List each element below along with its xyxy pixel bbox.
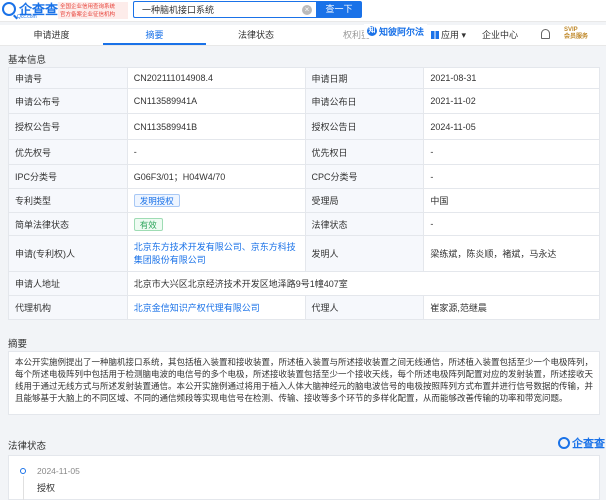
label-application-date: 申请日期 — [304, 67, 425, 89]
label-publication-number: 申请公布号 — [8, 88, 128, 114]
agency-link[interactable]: 北京金信知识产权代理有限公司 — [134, 303, 260, 313]
chevron-down-icon: ▾ — [461, 30, 467, 40]
apps-label: 应用 — [441, 30, 460, 40]
value-simple-legal-status-cell: 有效 — [126, 212, 306, 236]
magnifier-logo-icon — [2, 2, 16, 16]
label-patent-type: 专利类型 — [8, 188, 128, 213]
value-priority-date: - — [423, 139, 600, 165]
clear-icon[interactable]: × — [302, 5, 312, 15]
status-badge: 有效 — [133, 217, 163, 231]
table-row: 申请人地址 北京市大兴区北京经济技术开发区地泽路9号1幢407室 — [8, 271, 601, 296]
value-ipc: G06F3/01；H04W4/70 — [126, 164, 306, 189]
value-applicant-address: 北京市大兴区北京经济技术开发区地泽路9号1幢407室 — [126, 271, 601, 296]
label-grant-date: 授权公告日 — [304, 113, 425, 140]
slogan-badge: 全国企业信用查询系统 官方备案企业征信机构 — [58, 2, 128, 19]
applicant-link-1[interactable]: 北京东方技术开发有限公司、 — [134, 242, 251, 252]
watermark-text: 企查查 — [572, 438, 605, 450]
value-priority-number: - — [126, 139, 306, 165]
label-receiving-office: 受理局 — [304, 188, 425, 213]
apps-menu[interactable]: 应用 ▾ — [431, 25, 466, 45]
table-row: 专利类型 发明授权 受理局 中国 — [8, 188, 600, 213]
basic-info-table: 申请号 CN202111014908.4 申请日期 2021-08-31 申请公… — [8, 67, 601, 320]
logo-sub: Qcc.com — [17, 14, 37, 20]
label-ipc: IPC分类号 — [8, 164, 128, 189]
basic-info-title: 基本信息 — [8, 55, 47, 66]
slogan-line2: 官方备案企业征信机构 — [60, 12, 116, 18]
table-row: 优先权号 - 优先权日 - — [8, 139, 600, 165]
table-row: 申请号 CN202111014908.4 申请日期 2021-08-31 — [8, 67, 600, 89]
tab-progress[interactable]: 申请进度 — [0, 25, 103, 45]
label-applicant: 申请(专利权)人 — [8, 235, 128, 272]
apps-icon — [431, 31, 439, 39]
value-publication-number: CN113589941A — [126, 88, 306, 114]
value-agency-cell: 北京金信知识产权代理有限公司 — [126, 295, 306, 320]
abstract-title: 摘要 — [8, 339, 28, 350]
label-priority-number: 优先权号 — [8, 139, 128, 165]
top-bar: 企查查 Qcc.com 全国企业信用查询系统 官方备案企业征信机构 一种脑机接口… — [0, 0, 606, 22]
label-inventor: 发明人 — [304, 235, 425, 272]
table-row: 授权公告号 CN113589941B 授权公告日 2024-11-05 — [8, 113, 600, 140]
slogan-line1: 全国企业信用查询系统 — [60, 4, 116, 10]
zhidi-alpha-button[interactable]: 知 知彼阿尔法 — [364, 24, 428, 38]
value-grant-date: 2024-11-05 — [423, 113, 600, 140]
zhidi-icon: 知 — [367, 26, 377, 36]
label-agency: 代理机构 — [8, 295, 128, 320]
tab-bar: 申请进度 摘要 法律状态 权利要 应用 ▾ 企业中心 — [0, 25, 606, 46]
tab-legal-status[interactable]: 法律状态 — [206, 25, 306, 45]
timeline-line — [23, 476, 24, 500]
enterprise-center-link[interactable]: 企业中心 — [482, 25, 518, 45]
value-legal-status: - — [423, 212, 600, 236]
label-grant-number: 授权公告号 — [8, 113, 128, 140]
qcc-watermark: 企查查 — [558, 435, 605, 451]
label-publication-date: 申请公布日 — [304, 88, 425, 114]
timeline-event: 授权 — [37, 483, 56, 493]
abstract-text: 本公开实施例提出了一种脑机接口系统，其包括植入装置和接收装置，所述植入装置与所述… — [8, 351, 600, 415]
value-inventor: 梁练斌，陈炎顺，褚斌，马永达 — [423, 235, 600, 272]
table-row: 申请(专利权)人 北京东方技术开发有限公司、京东方科技集团股份有限公司 发明人 … — [8, 235, 600, 272]
watermark-logo-icon — [558, 437, 570, 449]
value-cpc: - — [423, 164, 600, 189]
legal-status-title: 法律状态 — [8, 441, 47, 452]
label-application-number: 申请号 — [8, 67, 128, 89]
label-cpc: CPC分类号 — [304, 164, 425, 189]
svip-sub: 会员服务 — [564, 34, 589, 40]
label-priority-date: 优先权日 — [304, 139, 425, 165]
patent-type-tag: 发明授权 — [133, 194, 180, 207]
value-patent-type-cell: 发明授权 — [126, 188, 306, 213]
timeline-dot-icon — [20, 468, 26, 474]
value-agent: 崔家源,范继晨 — [423, 295, 600, 320]
label-applicant-address: 申请人地址 — [8, 271, 128, 296]
bell-icon[interactable] — [541, 29, 550, 39]
table-row: 代理机构 北京金信知识产权代理有限公司 代理人 崔家源,范继晨 — [8, 295, 600, 320]
tab-abstract[interactable]: 摘要 — [103, 25, 206, 45]
value-application-date: 2021-08-31 — [423, 67, 600, 89]
label-simple-legal-status: 简单法律状态 — [8, 212, 128, 236]
timeline-date: 2024-11-05 — [37, 466, 80, 476]
svip-badge[interactable]: SVIP 会员服务 — [564, 27, 594, 41]
search-input[interactable]: 一种脑机接口系统 — [133, 1, 316, 18]
label-agent: 代理人 — [304, 295, 425, 320]
label-legal-status: 法律状态 — [304, 212, 425, 236]
value-grant-number: CN113589941B — [126, 113, 306, 140]
table-row: 申请公布号 CN113589941A 申请公布日 2021-11-02 — [8, 88, 600, 114]
value-applicant-cell: 北京东方技术开发有限公司、京东方科技集团股份有限公司 — [126, 235, 306, 272]
zhidi-label: 知彼阿尔法 — [379, 26, 425, 37]
table-row: IPC分类号 G06F3/01；H04W4/70 CPC分类号 - — [8, 164, 600, 189]
search-button[interactable]: 查一下 — [316, 1, 362, 18]
value-publication-date: 2021-11-02 — [423, 88, 600, 114]
table-row: 简单法律状态 有效 法律状态 - — [8, 212, 600, 236]
value-receiving-office: 中国 — [423, 188, 600, 213]
value-application-number: CN202111014908.4 — [126, 67, 306, 89]
svip-label: SVIP — [564, 27, 578, 33]
legal-timeline: 2024-11-05 授权 — [8, 455, 600, 500]
